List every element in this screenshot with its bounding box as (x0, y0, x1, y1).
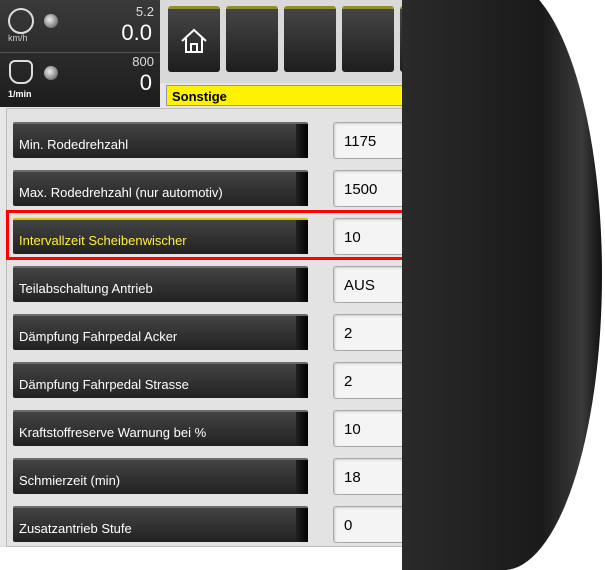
indicator-lamp (44, 66, 58, 80)
speed-value: 0.0 (121, 20, 152, 45)
speed-display: km/h 5.2 0.0 (0, 0, 160, 53)
toolbar-button-4[interactable] (342, 6, 394, 72)
home-icon (181, 28, 207, 53)
toolbar-button-3[interactable] (284, 6, 336, 72)
status-panel: km/h 5.2 0.0 1/min 800 0 (0, 0, 160, 107)
setting-label-schmierzeit[interactable]: Schmierzeit (min) (13, 458, 308, 494)
rpm-secondary-value: 800 (132, 54, 154, 69)
engine-icon (9, 60, 33, 84)
selection-highlight (6, 210, 469, 260)
device-bezel (402, 0, 605, 570)
rpm-display: 1/min 800 0 (0, 52, 160, 104)
setting-label-min-rodedrehzahl[interactable]: Min. Rodedrehzahl (13, 122, 308, 158)
setting-label-zusatzantrieb-stufe[interactable]: Zusatzantrieb Stufe (13, 506, 308, 542)
setting-label-kraftstoffreserve-warnung[interactable]: Kraftstoffreserve Warnung bei % (13, 410, 308, 446)
rpm-unit: 1/min (8, 89, 32, 99)
setting-label-teilabschaltung-antrieb[interactable]: Teilabschaltung Antrieb (13, 266, 308, 302)
setting-label-daempfung-fahrpedal-acker[interactable]: Dämpfung Fahrpedal Acker (13, 314, 308, 350)
speed-secondary-value: 5.2 (135, 4, 154, 19)
bezel-edge (402, 0, 602, 570)
setting-label-max-rodedrehzahl[interactable]: Max. Rodedrehzahl (nur automotiv) (13, 170, 308, 206)
speed-unit: km/h (8, 33, 28, 43)
indicator-lamp (44, 14, 58, 28)
toolbar-button-2[interactable] (226, 6, 278, 72)
speedometer-icon (8, 8, 34, 34)
rpm-value: 0 (139, 70, 152, 95)
setting-label-daempfung-fahrpedal-strasse[interactable]: Dämpfung Fahrpedal Strasse (13, 362, 308, 398)
home-button[interactable] (168, 6, 220, 72)
